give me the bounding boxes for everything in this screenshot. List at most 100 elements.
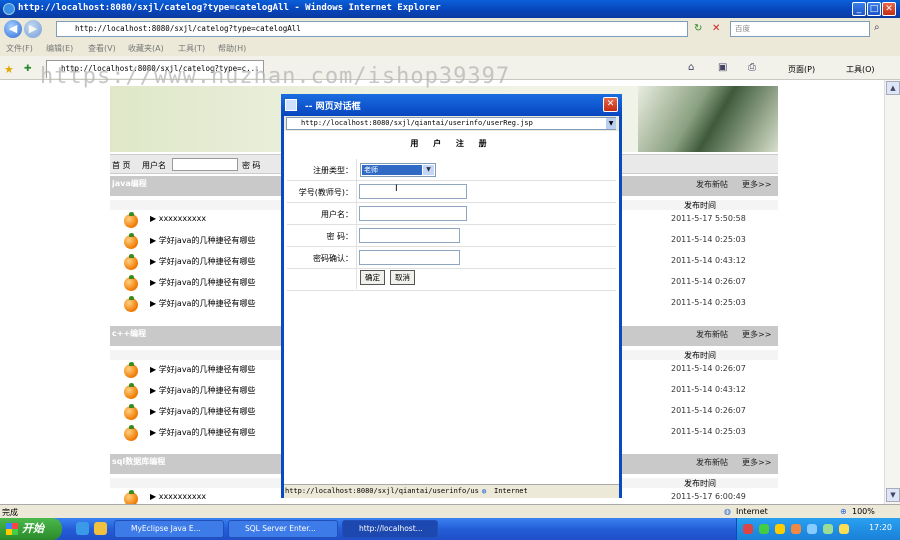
form-row-password: 密 码： — [287, 225, 616, 247]
menu-tools[interactable]: 工具(T) — [178, 43, 205, 54]
back-button[interactable]: ◀ — [4, 20, 22, 38]
registration-dialog — [281, 94, 622, 498]
dialog-title-bar: -- 网页对话框 ✕ — [281, 94, 622, 116]
menu-edit[interactable]: 编辑(E) — [46, 43, 73, 54]
window-title: http://localhost:8080/sxjl/catelog?type=… — [18, 3, 441, 13]
task-myeclipse[interactable]: MyEclipse Java E... — [114, 520, 224, 538]
item-title[interactable]: ▶ 学好java的几种捷径有哪些 — [150, 385, 255, 396]
dialog-address-bar: http://localhost:8080/sxjl/qiantai/useri… — [284, 116, 619, 131]
menu-view[interactable]: 查看(V) — [88, 43, 116, 54]
password-input[interactable] — [359, 228, 460, 243]
item-date: 2011-5-17 6:00:49 — [671, 492, 746, 501]
system-tray: 17:20 — [736, 518, 900, 540]
taskbar: 开始 MyEclipse Java E... SQL Server Enter.… — [0, 518, 900, 540]
tray-icon[interactable] — [743, 524, 753, 534]
item-date: 2011-5-14 0:43:12 — [671, 385, 746, 394]
search-icon[interactable]: ⌕ — [874, 22, 880, 33]
post-new-link[interactable]: 发布新帖 — [696, 329, 728, 340]
tools-menu[interactable]: 工具(O) — [846, 64, 875, 75]
more-link[interactable]: 更多>> — [742, 457, 771, 468]
start-button[interactable]: 开始 — [0, 518, 62, 540]
item-title[interactable]: ▶ 学好java的几种捷径有哪些 — [150, 277, 255, 288]
item-title[interactable]: ▶ 学好java的几种捷径有哪些 — [150, 406, 255, 417]
favorites-star-icon[interactable]: ★ — [4, 63, 14, 76]
item-title[interactable]: ▶ 学好java的几种捷径有哪些 — [150, 427, 255, 438]
item-title[interactable]: ▶ 学好java的几种捷径有哪些 — [150, 235, 255, 246]
section-title: sql数据库编程 — [112, 457, 166, 466]
close-button[interactable]: ✕ — [882, 2, 896, 16]
orange-icon — [124, 296, 138, 312]
dialog-zone: Internet — [494, 487, 528, 495]
tray-icon[interactable] — [791, 524, 801, 534]
section-title: java编程 — [112, 179, 147, 188]
item-title[interactable]: ▶ 学好java的几种捷径有哪些 — [150, 364, 255, 375]
confirm-button[interactable]: 确定 — [360, 270, 385, 285]
form-row-student-id: 学号(教师号)： I — [287, 181, 616, 203]
more-link[interactable]: 更多>> — [742, 329, 771, 340]
dialog-status-bar: http://localhost:8080/sxjl/qiantai/useri… — [284, 484, 619, 498]
page-menu[interactable]: 页面(P) — [788, 64, 815, 75]
address-input[interactable]: http://localhost:8080/sxjl/catelog?type=… — [56, 21, 688, 37]
field-label: 密 码： — [326, 232, 353, 241]
register-type-select[interactable]: 老师 ▼ — [360, 163, 436, 177]
password-confirm-input[interactable] — [359, 250, 460, 265]
text-cursor-icon: I — [395, 184, 398, 194]
item-date: 2011-5-14 0:25:03 — [671, 427, 746, 436]
chevron-down-icon[interactable]: ▼ — [606, 118, 616, 129]
username-input[interactable] — [359, 206, 467, 221]
dialog-close-button[interactable]: ✕ — [603, 97, 618, 112]
zoom-level[interactable]: 100% — [852, 507, 875, 516]
post-new-link[interactable]: 发布新帖 — [696, 179, 728, 190]
stop-button[interactable]: ✕ — [712, 23, 720, 34]
item-title[interactable]: ▶ xxxxxxxxxx — [150, 214, 206, 223]
cancel-button[interactable]: 取消 — [390, 270, 415, 285]
orange-icon — [124, 254, 138, 270]
form-row-password-confirm: 密码确认： — [287, 247, 616, 269]
tray-icon[interactable] — [839, 524, 849, 534]
tray-icon[interactable] — [775, 524, 785, 534]
item-date: 2011-5-14 0:25:03 — [671, 235, 746, 244]
home-link[interactable]: 首 页 — [112, 160, 131, 171]
minimize-button[interactable]: _ — [852, 2, 866, 16]
maximize-button[interactable]: □ — [867, 2, 881, 16]
tray-icon[interactable] — [759, 524, 769, 534]
orange-icon — [124, 233, 138, 249]
vertical-scrollbar[interactable]: ▲ ▼ — [884, 80, 900, 504]
zoom-icon: ⊕ — [840, 507, 847, 516]
dialog-status-url: http://localhost:8080/sxjl/qiantai/useri… — [285, 487, 479, 495]
menu-help[interactable]: 帮助(H) — [218, 43, 246, 54]
student-id-input[interactable] — [359, 184, 467, 199]
forward-button[interactable]: ▶ — [24, 20, 42, 38]
print-icon[interactable]: ⎙ — [748, 62, 756, 73]
post-new-link[interactable]: 发布新帖 — [696, 457, 728, 468]
section-title: c++编程 — [112, 329, 147, 338]
search-input[interactable]: 百度 — [730, 21, 870, 37]
feeds-icon[interactable]: ▣ — [718, 62, 727, 73]
scroll-up-icon[interactable]: ▲ — [886, 81, 900, 95]
status-text: 完成 — [2, 508, 18, 517]
field-label: 学号(教师号)： — [298, 188, 353, 197]
item-title[interactable]: ▶ 学好java的几种捷径有哪些 — [150, 298, 255, 309]
task-ie[interactable]: http://localhost... — [342, 520, 438, 538]
item-title[interactable]: ▶ xxxxxxxxxx — [150, 492, 206, 501]
ie-quicklaunch-icon[interactable] — [76, 522, 89, 535]
orange-icon — [124, 490, 138, 504]
home-icon[interactable]: ⌂ — [688, 62, 694, 73]
zone-label: Internet — [736, 507, 768, 516]
volume-icon[interactable] — [823, 524, 833, 534]
scroll-down-icon[interactable]: ▼ — [886, 488, 900, 502]
refresh-button[interactable]: ↻ — [694, 23, 702, 34]
more-link[interactable]: 更多>> — [742, 179, 771, 190]
banner-image — [638, 86, 778, 152]
folder-quicklaunch-icon[interactable] — [94, 522, 107, 535]
add-favorite-icon[interactable]: ✚ — [24, 64, 32, 74]
chevron-down-icon[interactable]: ▼ — [423, 165, 434, 175]
menu-file[interactable]: 文件(F) — [6, 43, 33, 54]
menu-favorites[interactable]: 收藏夹(A) — [128, 43, 164, 54]
task-sql-server[interactable]: SQL Server Enter... — [228, 520, 338, 538]
window-title-bar: http://localhost:8080/sxjl/catelog?type=… — [0, 0, 900, 18]
item-date: 2011-5-14 0:26:07 — [671, 406, 746, 415]
tray-icon[interactable] — [807, 524, 817, 534]
item-title[interactable]: ▶ 学好java的几种捷径有哪些 — [150, 256, 255, 267]
username-input[interactable] — [172, 158, 238, 171]
